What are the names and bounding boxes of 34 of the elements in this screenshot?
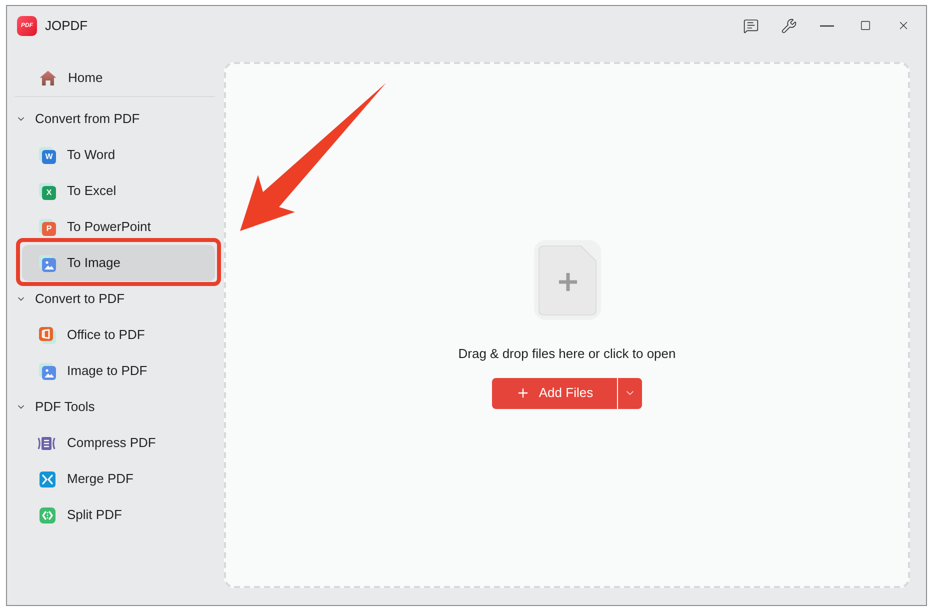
section-header[interactable]: Convert from PDF xyxy=(7,101,224,137)
minimize-icon xyxy=(820,24,834,26)
section-header[interactable]: Convert to PDF xyxy=(7,281,224,317)
split-icon xyxy=(39,506,56,524)
drop-zone[interactable]: Drag & drop files here or click to open Add Files xyxy=(224,62,910,588)
sidebar-item[interactable]: Merge PDF xyxy=(22,461,215,497)
sidebar-item[interactable]: P To PowerPoint xyxy=(22,209,215,245)
add-options-button[interactable] xyxy=(618,378,642,408)
sidebar-item[interactable]: W To Word xyxy=(22,137,215,173)
section-header[interactable]: PDF Tools xyxy=(7,389,224,425)
message-icon xyxy=(743,18,759,34)
sidebar-item[interactable]: Split PDF xyxy=(22,497,215,533)
wrench-icon xyxy=(781,18,797,34)
maximize-icon xyxy=(860,20,870,31)
house-icon xyxy=(39,70,57,86)
add-file-icon xyxy=(534,240,600,320)
sidebar-item[interactable]: To Image xyxy=(22,245,215,281)
door-tile-icon xyxy=(39,326,56,344)
window-title: JOPDF xyxy=(45,16,88,35)
add-files-button[interactable]: Add Files xyxy=(492,378,617,408)
letter-tile-icon: P xyxy=(39,218,56,236)
sidebar-item[interactable]: Compress PDF xyxy=(22,425,215,461)
letter-tile-icon: X xyxy=(39,182,56,200)
picture-icon xyxy=(39,254,56,272)
sidebar-item[interactable]: Office to PDF xyxy=(22,317,215,353)
drop-hint: Drag & drop files here or click to open xyxy=(458,344,676,362)
picture-icon xyxy=(39,362,56,380)
sidebar-item[interactable]: Image to PDF xyxy=(22,353,215,389)
merge-icon xyxy=(39,470,56,488)
letter-tile-icon: W xyxy=(39,146,56,164)
compress-icon xyxy=(37,436,56,450)
plus-icon xyxy=(516,386,530,400)
sidebar-item[interactable]: Home xyxy=(22,60,215,96)
sidebar-item[interactable]: X To Excel xyxy=(22,173,215,209)
